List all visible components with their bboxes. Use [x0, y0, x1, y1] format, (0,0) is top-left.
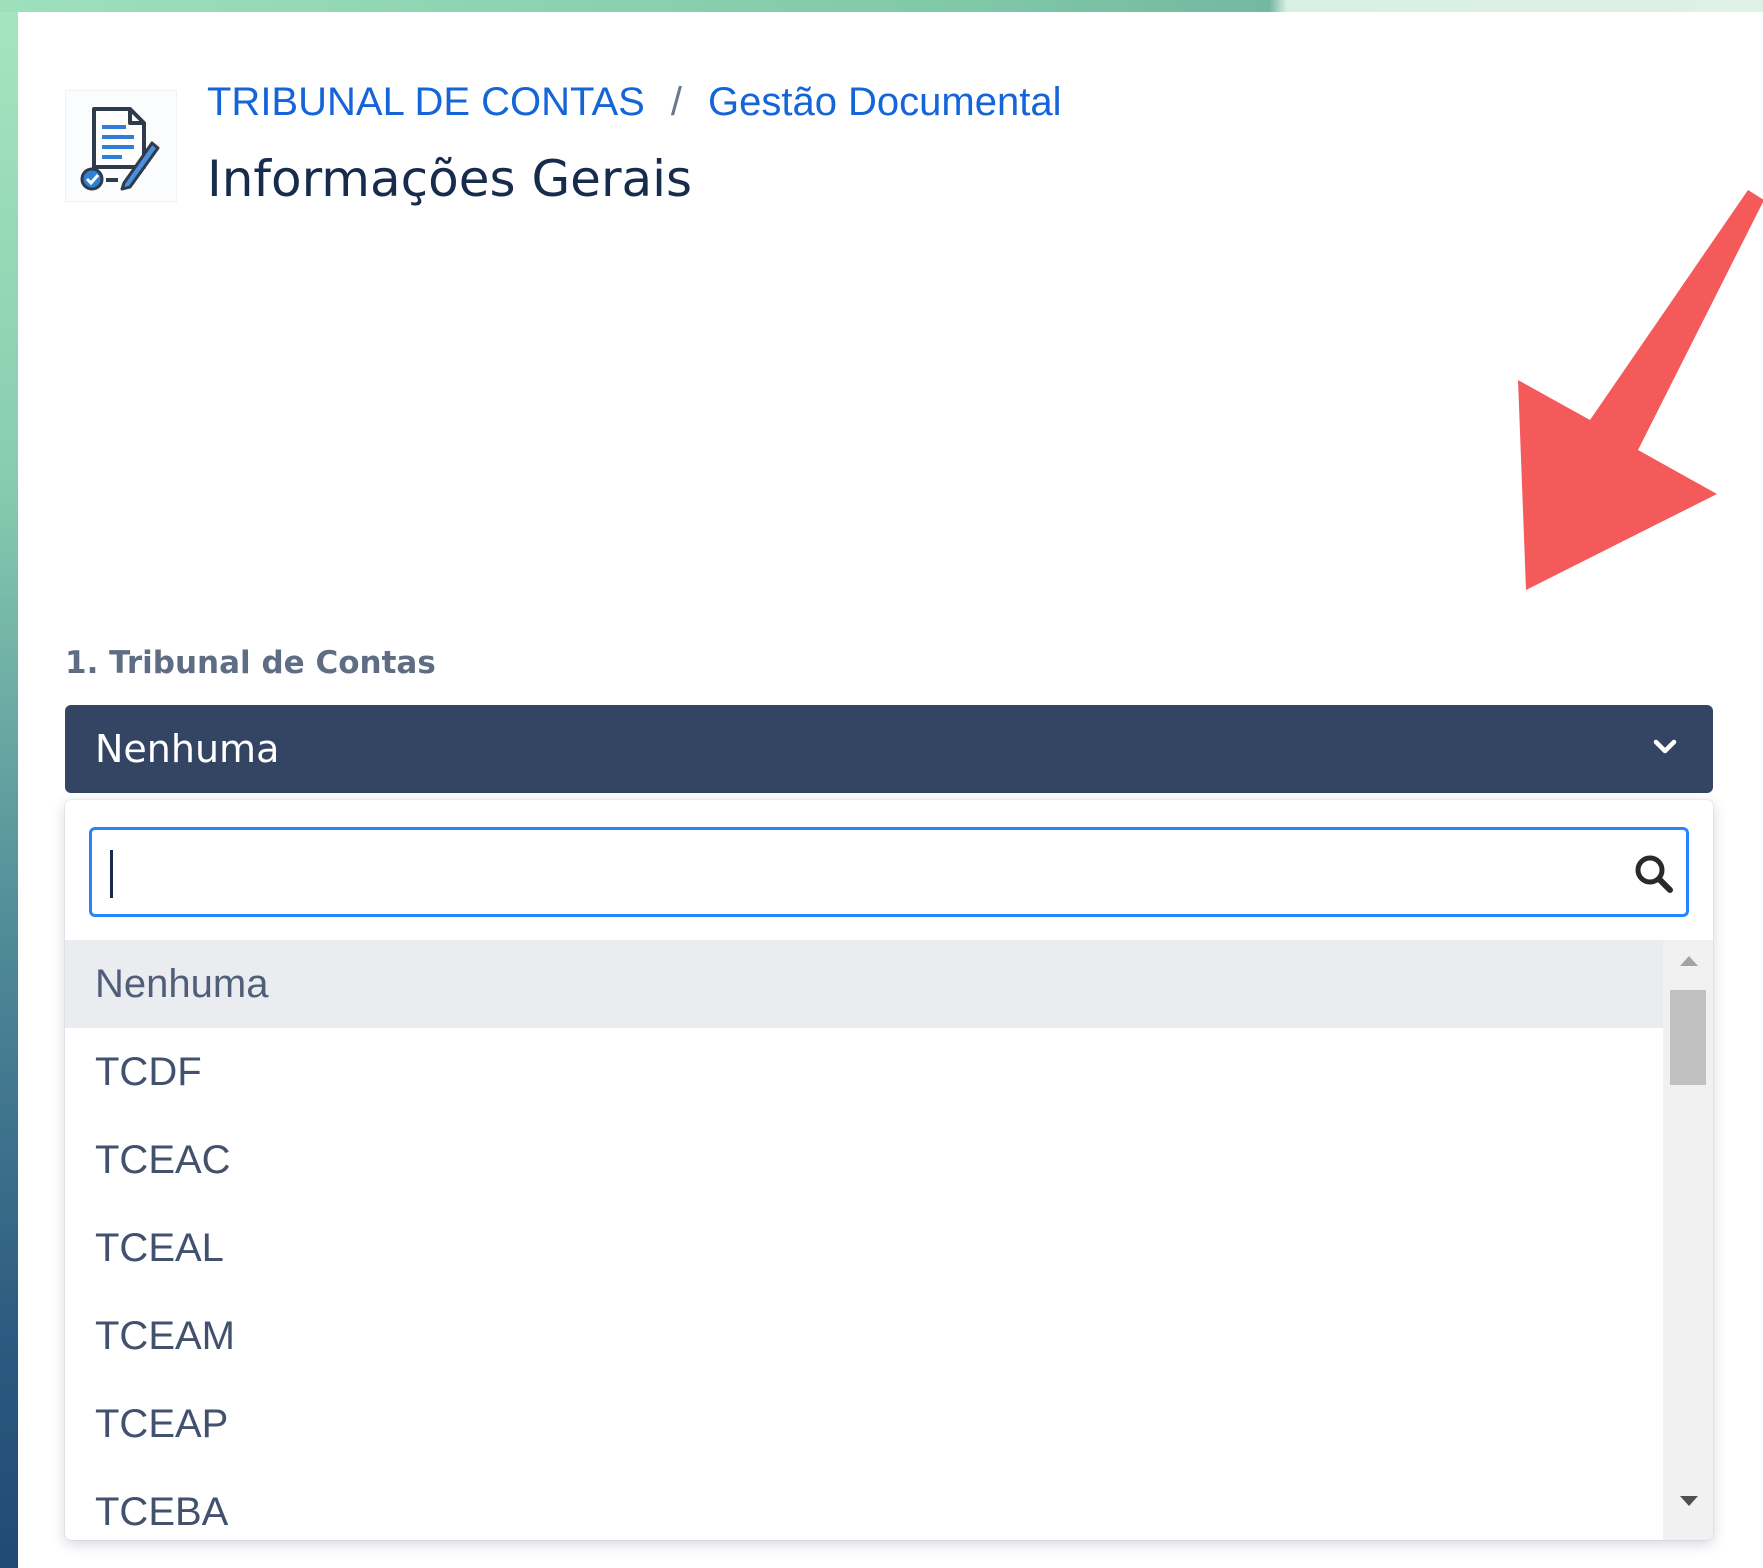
app-logo — [65, 90, 177, 202]
breadcrumb: TRIBUNAL DE CONTAS / Gestão Documental — [207, 80, 1061, 125]
option-list: Nenhuma TCDF TCEAC TCEAL TCEAM TCEAP TCE… — [65, 940, 1663, 1540]
option-tceam[interactable]: TCEAM — [65, 1292, 1663, 1380]
document-signature-icon — [80, 107, 160, 191]
breadcrumb-separator: / — [670, 80, 682, 124]
breadcrumb-link-gestao[interactable]: Gestão Documental — [708, 80, 1062, 124]
page-title: Informações Gerais — [207, 150, 693, 208]
option-tceap[interactable]: TCEAP — [65, 1380, 1663, 1468]
text-caret — [110, 850, 113, 898]
field-label: 1. Tribunal de Contas — [65, 645, 436, 681]
search-box — [89, 827, 1689, 917]
search-input[interactable] — [106, 840, 1610, 906]
select-value: Nenhuma — [95, 727, 280, 771]
option-tceal[interactable]: TCEAL — [65, 1204, 1663, 1292]
option-tcdf[interactable]: TCDF — [65, 1028, 1663, 1116]
chevron-down-icon — [1653, 739, 1677, 754]
scroll-up-icon[interactable] — [1680, 956, 1698, 966]
window-top-strip — [0, 0, 1763, 12]
tribunal-select[interactable]: Nenhuma — [65, 705, 1713, 793]
breadcrumb-link-tribunal[interactable]: TRIBUNAL DE CONTAS — [207, 80, 645, 124]
option-tceba[interactable]: TCEBA — [65, 1468, 1663, 1540]
dropdown-scrollbar[interactable] — [1663, 940, 1713, 1540]
scroll-down-icon[interactable] — [1680, 1496, 1698, 1506]
search-icon[interactable] — [1632, 852, 1676, 896]
option-tceac[interactable]: TCEAC — [65, 1116, 1663, 1204]
option-nenhuma[interactable]: Nenhuma — [65, 940, 1663, 1028]
select-dropdown: Nenhuma TCDF TCEAC TCEAL TCEAM TCEAP TCE… — [65, 800, 1713, 1540]
scroll-thumb[interactable] — [1670, 990, 1706, 1085]
annotation-arrow-icon — [1518, 190, 1763, 590]
